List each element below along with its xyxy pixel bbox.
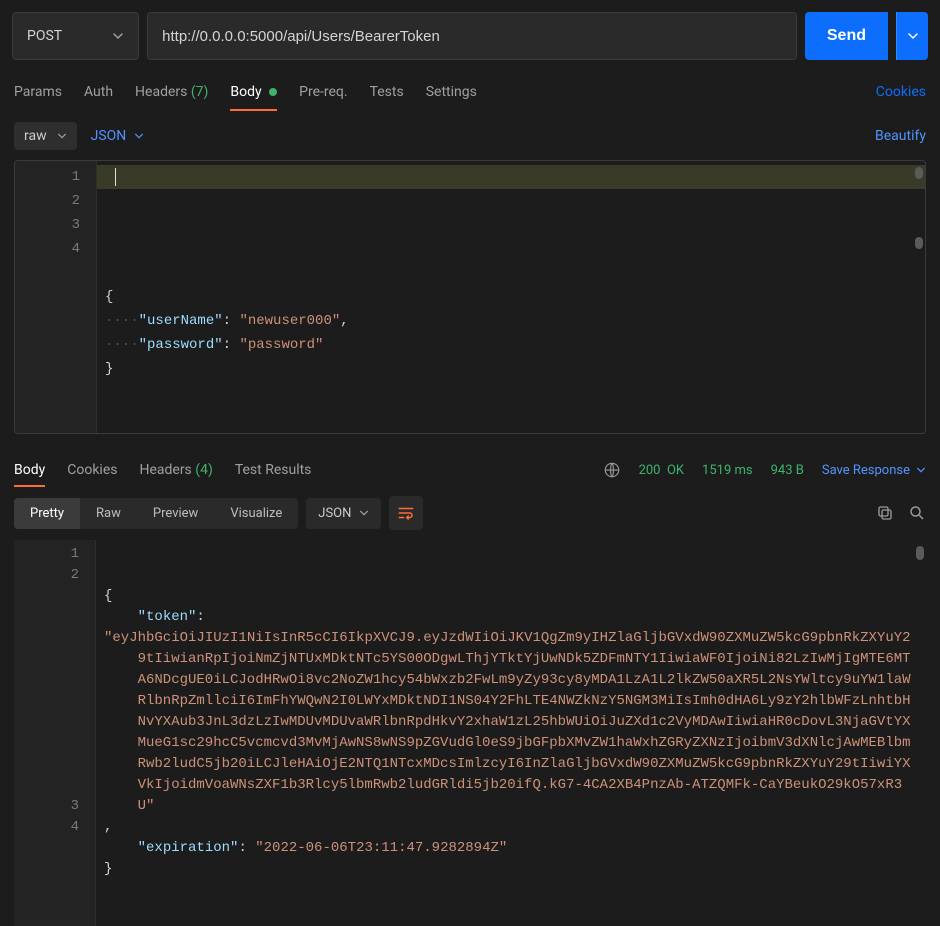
view-visualize[interactable]: Visualize xyxy=(214,498,298,529)
send-button[interactable]: Send xyxy=(805,12,888,60)
cookies-link[interactable]: Cookies xyxy=(876,84,926,100)
view-raw[interactable]: Raw xyxy=(80,498,137,529)
copy-button[interactable] xyxy=(876,504,894,522)
resp-tab-headers-count: (4) xyxy=(195,462,213,478)
http-method-select[interactable]: POST xyxy=(12,12,139,60)
body-format-value: JSON xyxy=(91,128,127,144)
code-area[interactable]: { "token": "eyJhbGciOiJIUzI1NiIsInR5cCI6… xyxy=(96,540,926,926)
send-dropdown-button[interactable] xyxy=(896,12,928,60)
chevron-down-icon xyxy=(916,465,926,475)
tab-settings[interactable]: Settings xyxy=(426,74,477,110)
tab-headers-label: Headers xyxy=(135,84,187,100)
response-body-editor[interactable]: 1 2 3 4 { "token": "eyJhbGciOiJIUzI1NiIs… xyxy=(14,540,926,926)
tab-tests[interactable]: Tests xyxy=(370,74,404,110)
request-body-editor[interactable]: 1 2 3 4 { ····"userName": "newuser000", … xyxy=(14,160,926,434)
body-format-select[interactable]: JSON xyxy=(91,128,145,144)
save-response-button[interactable]: Save Response xyxy=(822,463,926,478)
copy-icon xyxy=(876,504,894,522)
status-time: 1519 ms xyxy=(702,463,753,478)
chevron-down-icon xyxy=(57,131,67,141)
body-mode-select[interactable]: raw xyxy=(14,122,77,150)
response-format-select[interactable]: JSON xyxy=(306,498,381,529)
line-gutter: 1 2 3 4 xyxy=(14,540,96,926)
tab-prereq[interactable]: Pre-req. xyxy=(299,74,347,110)
tab-auth[interactable]: Auth xyxy=(84,74,113,110)
line-gutter: 1 2 3 4 xyxy=(15,161,97,433)
code-area[interactable]: { ····"userName": "newuser000", ····"pas… xyxy=(97,161,925,433)
beautify-button[interactable]: Beautify xyxy=(875,128,926,144)
scrollbar-thumb[interactable] xyxy=(916,546,924,560)
status-size: 943 B xyxy=(771,463,804,478)
http-method-value: POST xyxy=(27,28,62,44)
tab-body[interactable]: Body xyxy=(230,74,277,110)
wrap-icon xyxy=(397,504,415,522)
current-line-highlight xyxy=(97,165,925,189)
tab-params[interactable]: Params xyxy=(14,74,62,110)
resp-tab-test-results[interactable]: Test Results xyxy=(235,454,312,486)
chevron-down-icon xyxy=(907,30,919,42)
chevron-down-icon xyxy=(359,508,369,518)
url-input[interactable] xyxy=(147,12,797,60)
request-tab-row: Params Auth Headers (7) Body Pre-req. Te… xyxy=(0,72,940,112)
text-cursor xyxy=(115,168,116,186)
status-code: 200 OK xyxy=(639,463,684,478)
resp-tab-headers[interactable]: Headers (4) xyxy=(139,454,212,486)
tab-body-label: Body xyxy=(230,84,261,100)
search-button[interactable] xyxy=(908,504,926,522)
search-icon xyxy=(908,504,926,522)
view-mode-group: Pretty Raw Preview Visualize xyxy=(14,498,298,529)
resp-tab-body[interactable]: Body xyxy=(14,454,45,486)
view-preview[interactable]: Preview xyxy=(137,498,214,529)
resp-tab-headers-label: Headers xyxy=(139,462,191,478)
modified-indicator-icon xyxy=(269,88,277,96)
wrap-lines-button[interactable] xyxy=(389,496,423,530)
chevron-down-icon xyxy=(134,131,144,141)
scrollbar-thumb[interactable] xyxy=(915,167,923,179)
resp-tab-cookies[interactable]: Cookies xyxy=(67,454,117,486)
tab-headers-count: (7) xyxy=(191,84,209,100)
globe-icon[interactable] xyxy=(603,461,621,479)
tab-headers[interactable]: Headers (7) xyxy=(135,74,208,110)
chevron-down-icon xyxy=(112,30,124,42)
body-mode-value: raw xyxy=(24,128,47,144)
scrollbar-thumb[interactable] xyxy=(915,237,923,249)
view-pretty[interactable]: Pretty xyxy=(14,498,80,529)
